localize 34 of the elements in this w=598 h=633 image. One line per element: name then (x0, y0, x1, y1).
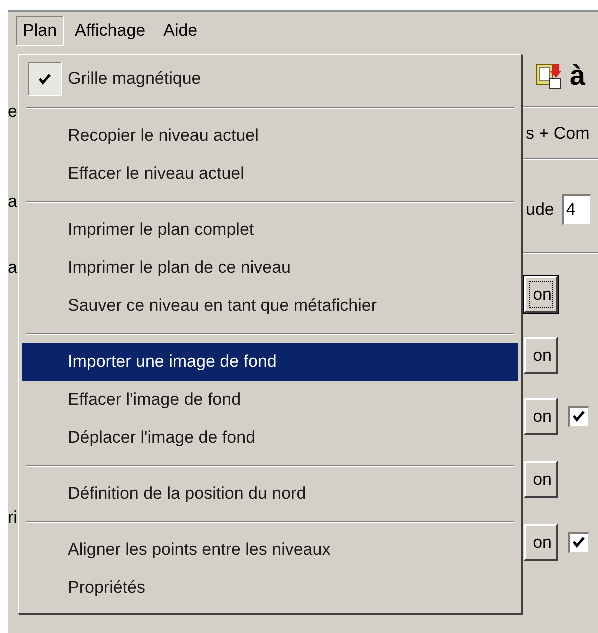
action-button[interactable]: on (524, 524, 558, 561)
input-field[interactable]: 4 (562, 194, 592, 226)
check-icon (39, 74, 51, 84)
menu-item[interactable]: Importer une image de fond (22, 343, 518, 381)
menu-item[interactable]: Effacer l'image de fond (22, 381, 518, 419)
menu-item[interactable]: Définition de la position du nord (22, 475, 518, 513)
menu-item[interactable]: Grille magnétique (22, 59, 518, 99)
action-button[interactable]: on (524, 276, 558, 313)
menu-item[interactable]: Sauver ce niveau en tant que métafichier (22, 287, 518, 325)
menu-item[interactable]: Recopier le niveau actuel (22, 117, 518, 155)
menu-item[interactable]: Imprimer le plan de ce niveau (22, 249, 518, 287)
field-label: ude (526, 200, 554, 220)
menu-item[interactable]: Imprimer le plan complet (22, 211, 518, 249)
menu-item[interactable]: Effacer le niveau actuel (22, 155, 518, 193)
menu-title[interactable]: Affichage (68, 16, 153, 46)
menu-title[interactable]: Aide (156, 16, 205, 46)
menu-item[interactable]: Propriétés (22, 569, 518, 607)
label-text: a (8, 192, 18, 212)
clipboard-icon[interactable] (536, 62, 562, 90)
action-button[interactable]: on (524, 337, 558, 374)
checkbox[interactable] (568, 532, 590, 554)
checkbox[interactable] (568, 406, 590, 428)
menu-title[interactable]: Plan (16, 16, 64, 46)
label-text: e (8, 102, 18, 122)
label-text: ri (8, 508, 18, 528)
menu-item[interactable]: Aligner les points entre les niveaux (22, 531, 518, 569)
check-icon (573, 411, 585, 422)
action-button[interactable]: on (524, 461, 558, 498)
action-button[interactable]: on (524, 398, 558, 435)
check-icon (573, 537, 585, 548)
menu-item[interactable]: Déplacer l'image de fond (22, 419, 518, 457)
tab-label[interactable]: s + Com (526, 124, 590, 144)
toolbar-glyph[interactable]: à (570, 60, 586, 92)
label-text: a (8, 258, 18, 278)
